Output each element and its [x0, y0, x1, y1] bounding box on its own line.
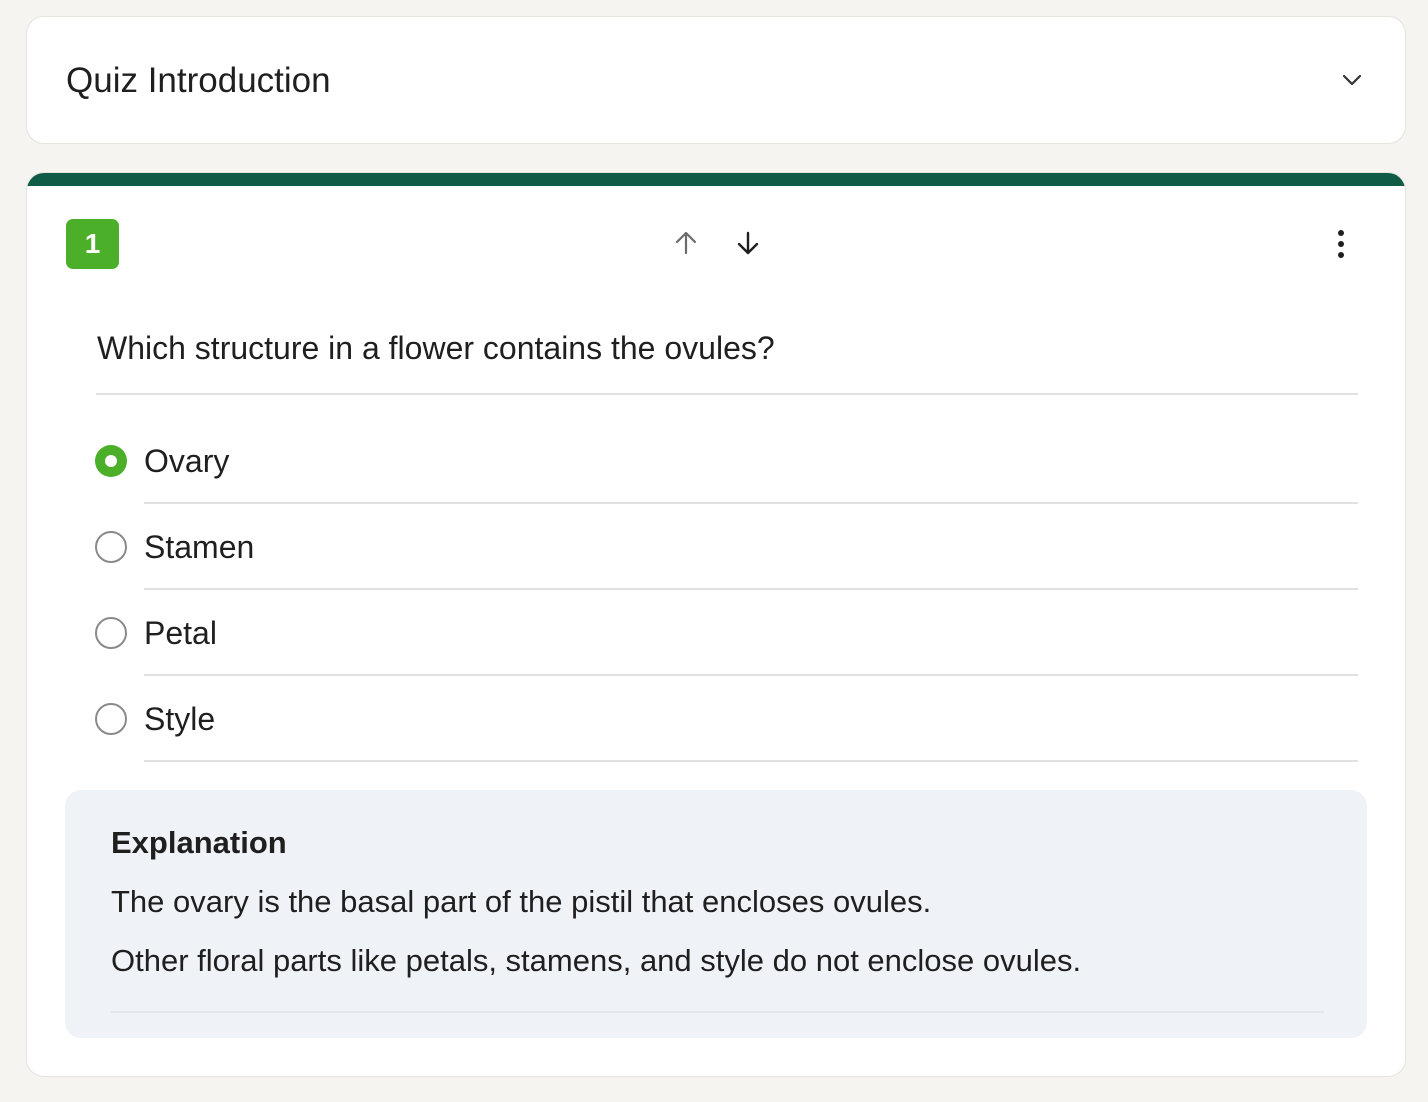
question-text: Which structure in a flower contains the…: [97, 330, 775, 366]
divider: [96, 393, 1358, 395]
divider: [111, 1011, 1324, 1013]
explanation-line: Other floral parts like petals, stamens,…: [111, 943, 1082, 978]
question-card: 1 Which structure in a flower contains t…: [26, 172, 1406, 1077]
explanation-title: Explanation: [111, 825, 287, 860]
divider: [144, 760, 1358, 762]
answer-option-stamen[interactable]: Stamen: [95, 504, 1358, 590]
arrow-down-icon[interactable]: [732, 227, 764, 259]
more-vertical-icon[interactable]: [1329, 227, 1353, 261]
question-number-badge: 1: [66, 219, 119, 269]
explanation-panel: Explanation The ovary is the basal part …: [65, 790, 1367, 1038]
answer-option-label: Style: [144, 701, 216, 737]
quiz-introduction-title: Quiz Introduction: [66, 61, 331, 100]
chevron-down-icon[interactable]: [1339, 67, 1365, 93]
radio-selected[interactable]: [95, 445, 127, 477]
answer-option-petal[interactable]: Petal: [95, 590, 1358, 676]
arrow-up-icon[interactable]: [670, 227, 702, 259]
answer-option-label: Petal: [144, 615, 217, 651]
question-accent-bar: [27, 173, 1405, 186]
quiz-introduction-card[interactable]: Quiz Introduction: [26, 16, 1406, 144]
radio-unselected[interactable]: [95, 617, 127, 649]
radio-unselected[interactable]: [95, 531, 127, 563]
radio-unselected[interactable]: [95, 703, 127, 735]
answer-option-style[interactable]: Style: [95, 676, 1358, 762]
explanation-line: The ovary is the basal part of the pisti…: [111, 884, 932, 919]
answer-option-ovary[interactable]: Ovary: [95, 418, 1358, 504]
answer-option-label: Stamen: [144, 529, 255, 565]
answer-option-label: Ovary: [144, 443, 230, 479]
